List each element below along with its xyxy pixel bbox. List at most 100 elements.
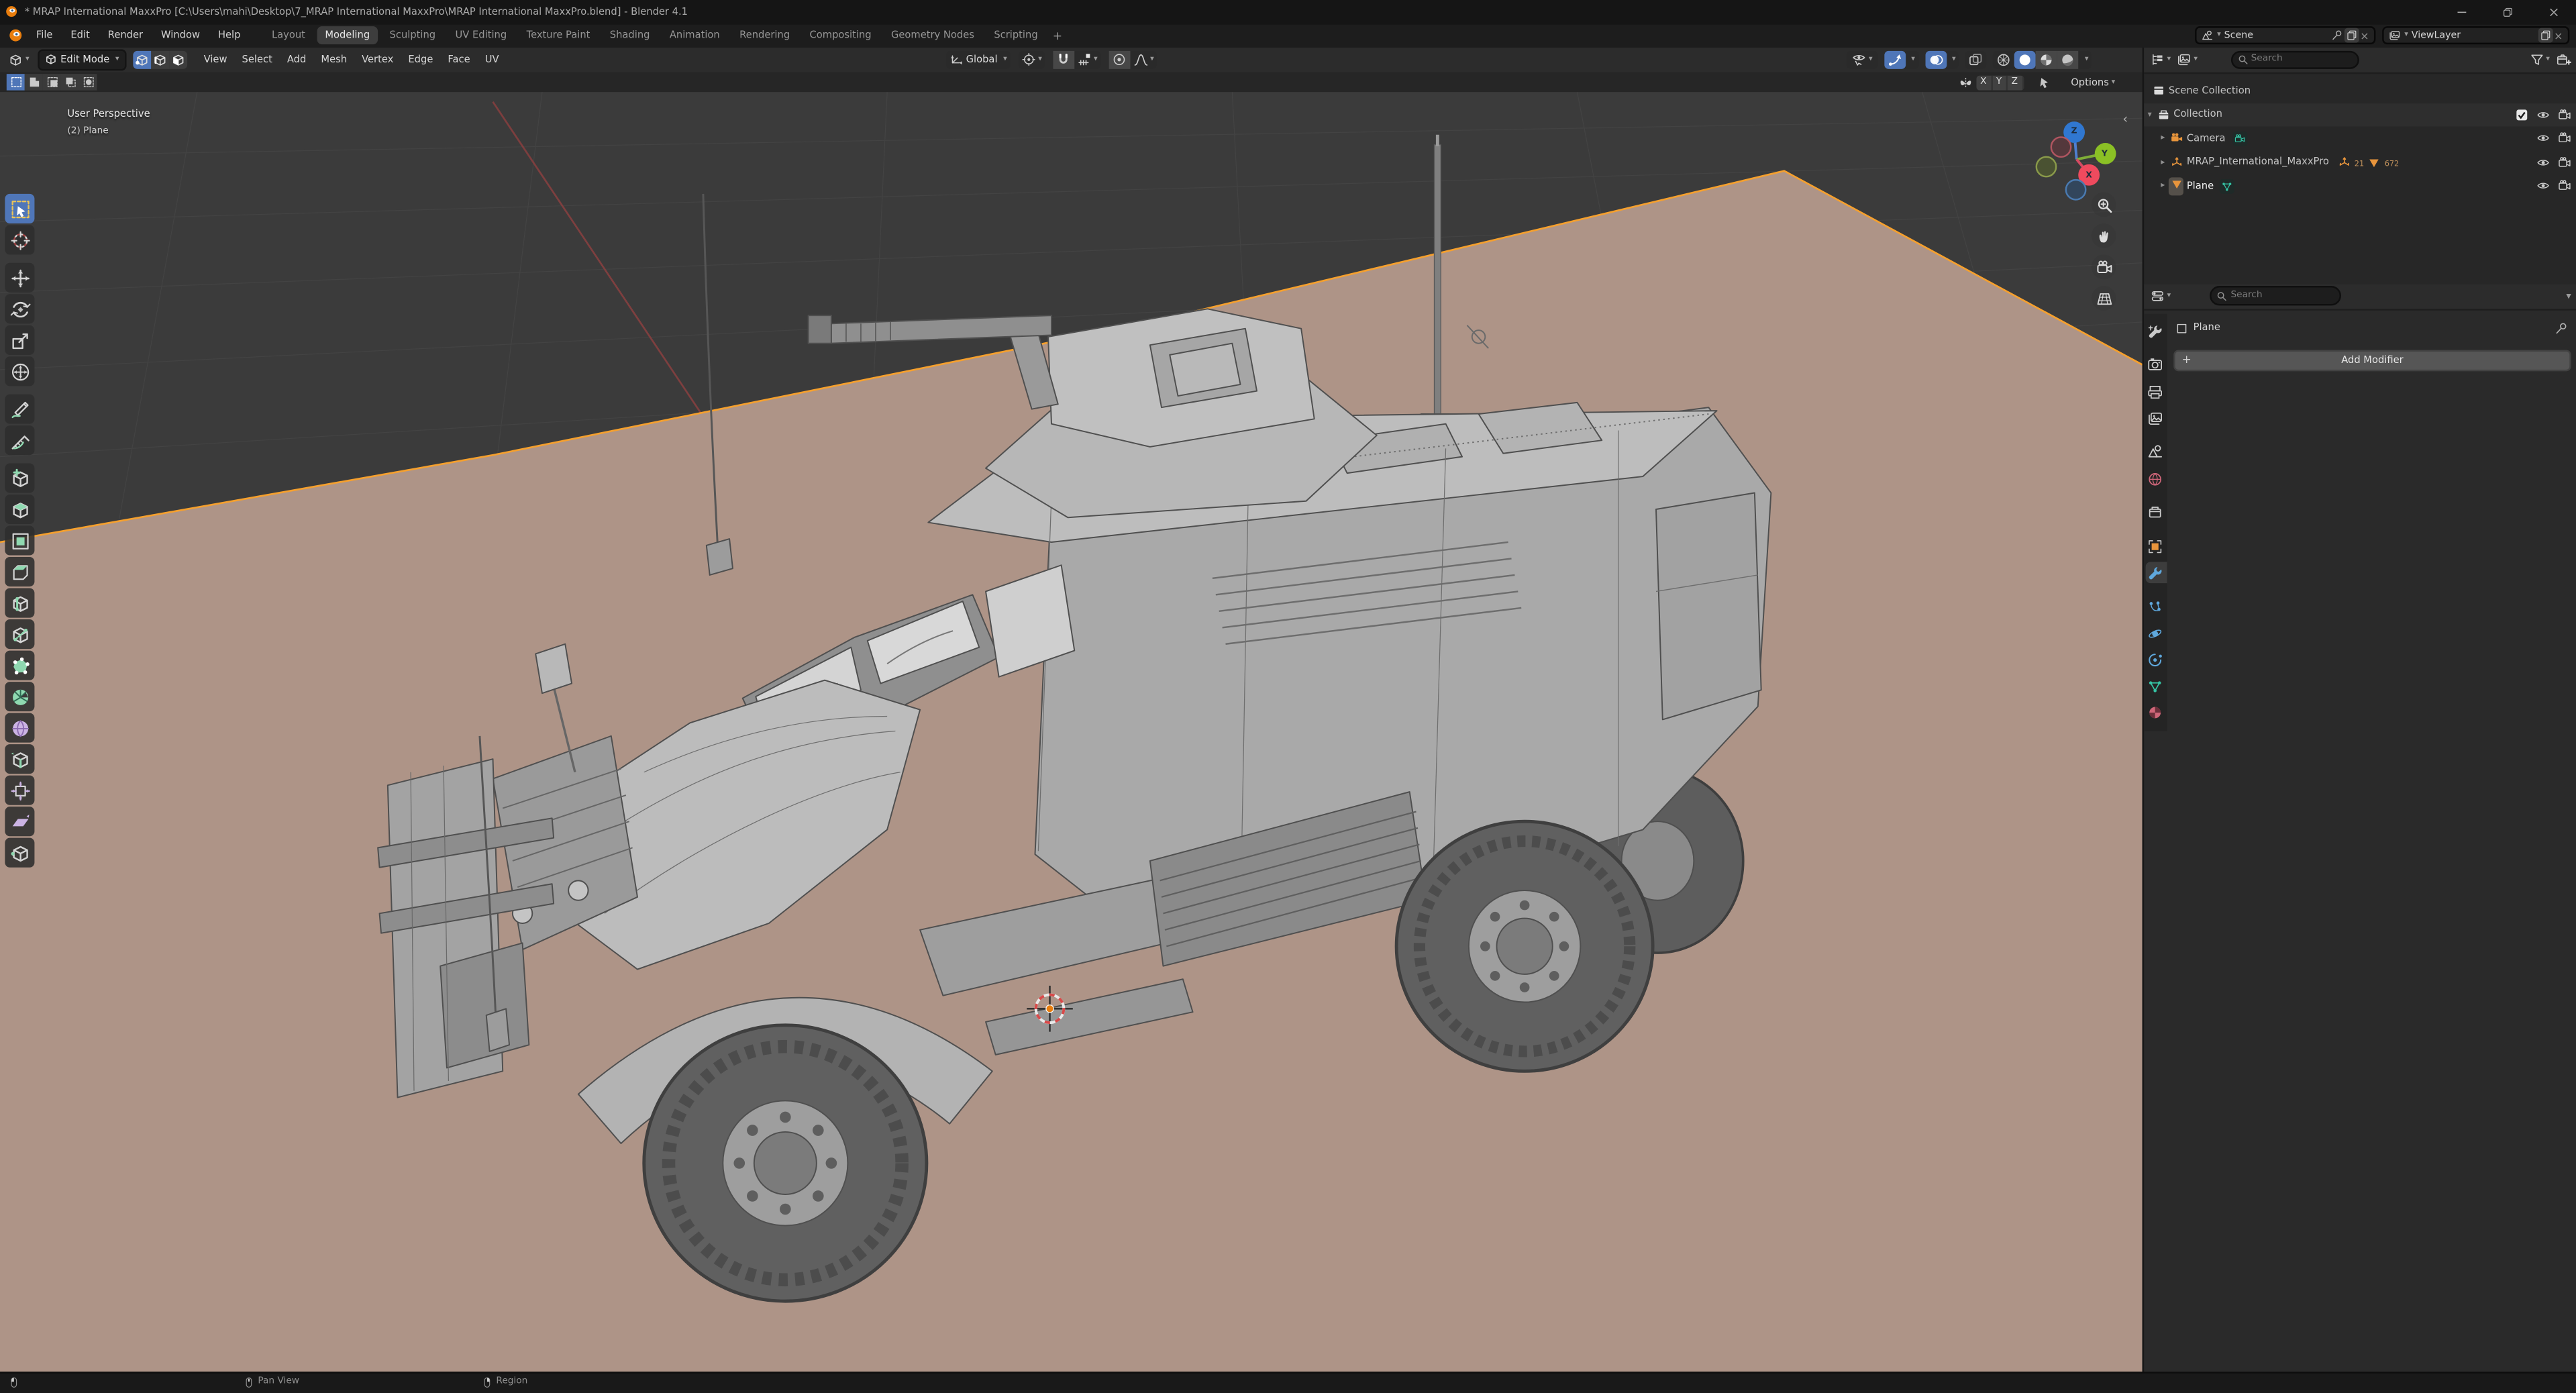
hide-eye-icon[interactable] (2536, 107, 2550, 121)
tool-button-bevel[interactable] (5, 557, 35, 587)
new-scene-button[interactable] (2343, 28, 2359, 43)
tool-button-select-box[interactable] (5, 193, 35, 223)
render-visibility-icon[interactable] (2558, 155, 2571, 168)
tool-button-cursor[interactable] (5, 225, 35, 255)
unlink-scene-button[interactable]: × (2360, 29, 2369, 42)
overlays-dropdown[interactable]: ▾ (1946, 50, 1959, 68)
tool-button-measure[interactable] (5, 425, 35, 456)
outliner-search-input[interactable]: Search (2230, 50, 2359, 69)
hide-eye-icon[interactable] (2536, 132, 2550, 145)
shading-rendered-button[interactable] (2057, 50, 2079, 68)
render-visibility-icon[interactable] (2558, 107, 2571, 121)
close-button[interactable] (2548, 6, 2559, 17)
tool-button-annotate[interactable] (5, 394, 35, 424)
tool-button-add-cube[interactable] (5, 463, 35, 493)
tool-button-edge-slide[interactable] (5, 744, 35, 774)
minimize-button[interactable] (2456, 6, 2467, 17)
properties-tab-collection[interactable] (2145, 502, 2166, 523)
gizmo-axis-x-neg[interactable] (2050, 136, 2072, 158)
render-visibility-icon[interactable] (2558, 132, 2571, 145)
transform-orientation-dropdown[interactable]: Global ▾ (946, 50, 1011, 68)
select-intersect-button[interactable] (79, 74, 97, 91)
outliner-row-camera[interactable]: ▸ Camera (2144, 127, 2576, 150)
properties-tab-constraints[interactable] (2145, 650, 2166, 671)
outliner-row-collection[interactable]: ▾ Collection (2144, 103, 2576, 126)
shading-material-button[interactable] (2036, 50, 2058, 68)
pivot-point-dropdown[interactable]: ▾ (1018, 50, 1045, 68)
proportional-edit-toggle[interactable] (1109, 50, 1130, 68)
gizmo-axis-y[interactable]: Y (2094, 143, 2116, 164)
viewport-menu-item[interactable]: Add (280, 50, 313, 68)
tool-button-shear[interactable] (5, 807, 35, 837)
falloff-dropdown[interactable]: ▾ (1129, 50, 1157, 68)
viewport-menu-item[interactable]: View (197, 50, 235, 68)
workspace-tab[interactable]: Sculpting (381, 26, 444, 45)
remove-viewlayer-button[interactable]: × (2554, 29, 2563, 42)
menu-item[interactable]: Render (100, 27, 152, 45)
snap-toggle[interactable] (1053, 50, 1074, 68)
workspace-tab[interactable]: Geometry Nodes (883, 26, 982, 45)
tool-button-knife[interactable] (5, 619, 35, 650)
exclude-checkbox[interactable] (2516, 107, 2529, 121)
properties-tab-particles[interactable] (2145, 596, 2166, 617)
add-workspace-button[interactable]: + (1046, 29, 1069, 42)
gizmo-axis-z-neg[interactable] (2065, 178, 2087, 201)
outliner-row-scene-collection[interactable]: Scene Collection (2144, 79, 2576, 102)
shading-solid-button[interactable] (2014, 50, 2037, 68)
select-extend-button[interactable] (24, 74, 43, 91)
toggle-projection-button[interactable] (2091, 286, 2116, 311)
mirror-axis-button[interactable]: Y (1992, 74, 2008, 90)
expand-icon[interactable]: ▸ (2157, 133, 2169, 143)
restore-button[interactable] (2502, 6, 2514, 17)
viewport-menu-item[interactable]: UV (478, 50, 507, 68)
new-viewlayer-button[interactable] (2537, 28, 2553, 43)
outliner-filter-dropdown[interactable]: ▾ (2526, 50, 2553, 68)
outliner-row-mrap[interactable]: ▸ MRAP_International_MaxxPro 21 672 (2144, 150, 2576, 173)
outliner-row-plane[interactable]: ▸ Plane (2144, 174, 2576, 197)
workspace-tab[interactable]: Layout (264, 26, 313, 45)
row-label[interactable]: MRAP_International_MaxxPro (2187, 156, 2329, 168)
properties-tab-render[interactable] (2145, 354, 2166, 376)
gizmo-axis-y-neg[interactable] (2035, 156, 2057, 178)
hide-eye-icon[interactable] (2536, 155, 2550, 168)
properties-options-chevron[interactable]: ▾ (2566, 290, 2571, 301)
workspace-tab[interactable]: Scripting (986, 26, 1046, 45)
gizmo-dropdown[interactable]: ▾ (1906, 50, 1918, 68)
shading-dropdown[interactable]: ▾ (2079, 50, 2092, 68)
scene-name[interactable]: Scene (2224, 30, 2329, 40)
show-only-selected-dropdown[interactable]: ▾ (1848, 50, 1875, 68)
workspace-tab[interactable]: Compositing (801, 26, 880, 45)
expand-icon[interactable]: ▸ (2157, 180, 2169, 191)
hide-eye-icon[interactable] (2536, 179, 2550, 193)
outliner-display-mode-dropdown[interactable]: ▾ (2174, 50, 2201, 68)
camera-view-button[interactable] (2091, 254, 2116, 280)
viewport-menu-item[interactable]: Vertex (354, 50, 401, 68)
tool-button-shrink-fatten[interactable] (5, 775, 35, 805)
snap-target-dropdown[interactable]: ▾ (1074, 50, 1101, 68)
menu-item[interactable]: File (28, 27, 61, 45)
expand-icon[interactable]: ▾ (2144, 109, 2155, 119)
mirror-axis-button[interactable]: Z (2007, 74, 2024, 90)
menu-item[interactable]: Help (210, 27, 249, 45)
workspace-tab[interactable]: Rendering (731, 26, 798, 45)
properties-search-input[interactable]: Search (2210, 286, 2342, 305)
viewport-menu-item[interactable]: Face (440, 50, 477, 68)
editor-type-button[interactable]: ▾ (5, 50, 32, 68)
pan-view-button[interactable] (2091, 223, 2116, 248)
viewport-menu-item[interactable]: Edge (401, 50, 440, 68)
workspace-tab[interactable]: Texture Paint (518, 26, 598, 45)
row-label[interactable]: Camera (2187, 132, 2226, 144)
viewport-canvas[interactable]: User Perspective (2) Plane Z Y X ‹ (0, 92, 2143, 1372)
shading-wireframe-button[interactable] (1994, 50, 2015, 68)
viewlayer-name[interactable]: ViewLayer (2412, 30, 2538, 40)
properties-tab-modifiers[interactable] (2145, 562, 2167, 584)
face-select-mode[interactable] (168, 50, 187, 69)
tool-button-smooth[interactable] (5, 713, 35, 743)
properties-tab-scene[interactable] (2145, 442, 2166, 463)
edge-select-mode[interactable] (150, 50, 168, 69)
row-label[interactable]: Scene Collection (2169, 85, 2251, 96)
outliner-editor-type-button[interactable]: ▾ (2147, 50, 2174, 68)
pin-icon[interactable] (2330, 30, 2342, 41)
pin-icon[interactable] (2555, 321, 2568, 335)
workspace-tab[interactable]: Animation (662, 26, 728, 45)
